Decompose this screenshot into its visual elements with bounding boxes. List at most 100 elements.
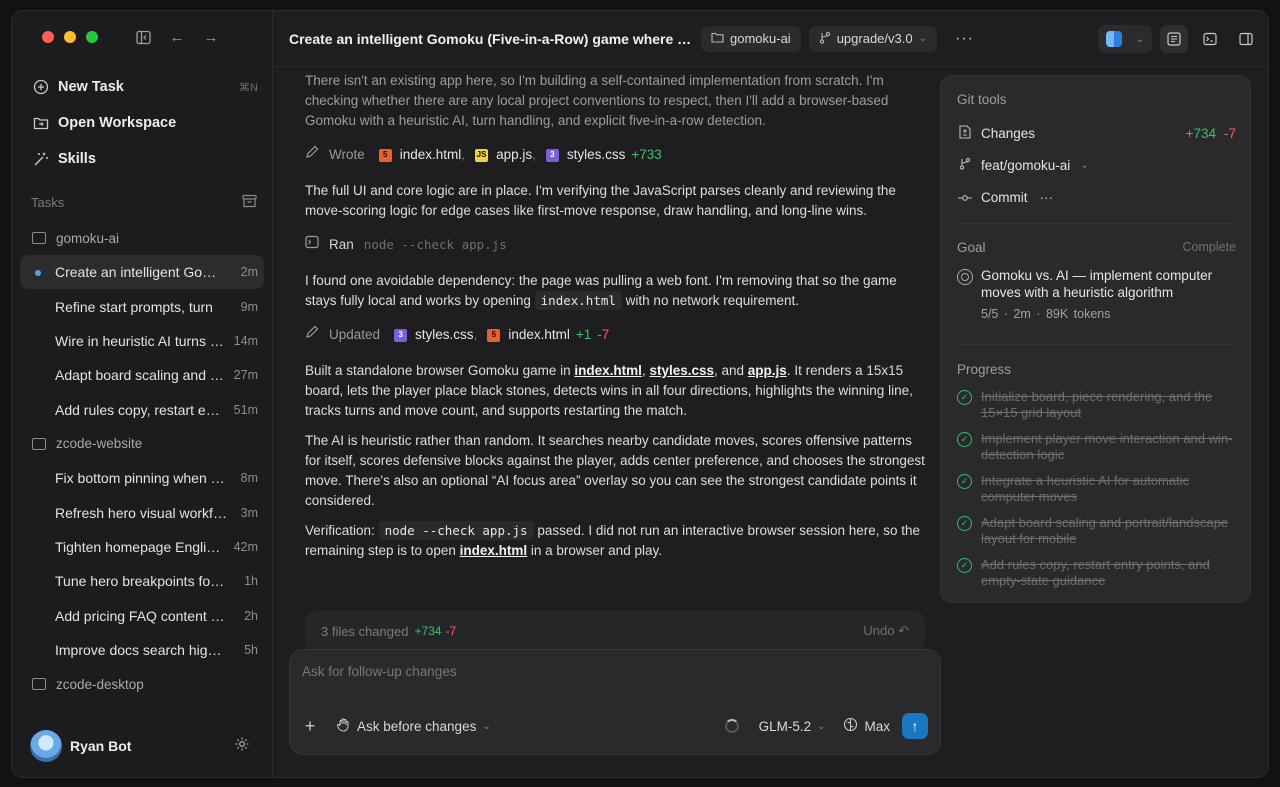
finder-icon [1105,31,1122,47]
task-item[interactable]: Wire in heuristic AI turns and 14m [20,324,264,358]
changes-label: Changes [981,125,1036,141]
file-chip[interactable]: 5 index.html [487,325,570,345]
progress-title: Progress [957,362,1012,377]
task-item[interactable]: Fix bottom pinning when scroll 8m [20,461,264,495]
file-chip[interactable]: 5 index.html, [378,145,465,165]
task-item[interactable]: Adapt board scaling and layout 27m [20,358,264,392]
progress-text: Initialize board, piece rendering, and t… [981,389,1213,420]
commit-row[interactable]: Commit ··· [957,181,1236,213]
js-file-icon: JS [475,148,489,162]
archive-icon[interactable] [242,194,257,211]
task-item[interactable]: Refine start prompts, turn 9m [20,289,264,323]
group-label: zcode-website [56,436,143,452]
git-tools-section: Git tools Changes +734 -7 feat/gomoku-ai… [957,92,1236,213]
changes-row[interactable]: Changes +734 -7 [957,117,1236,149]
file-chip[interactable]: 3 styles.css, [394,325,477,345]
hand-icon [336,717,351,735]
branch-selector[interactable]: upgrade/v3.0 ⌄ [808,25,937,52]
effort-label: Max [864,718,890,734]
tasks-header: Tasks [31,194,257,211]
task-time: 5h [244,643,258,658]
file-link[interactable]: index.html [574,363,642,378]
progress-item: ✓ Initialize board, piece rendering, and… [957,389,1236,421]
file-chip[interactable]: JS app.js, [475,145,536,165]
follow-up-input[interactable]: Ask for follow-up changes [302,664,457,679]
file-link[interactable]: styles.css [649,363,714,378]
file-link[interactable]: app.js [748,363,787,378]
file-chip[interactable]: 3 styles.css [545,145,626,165]
file-name: index.html [399,147,462,162]
changes-added: +734 [1185,125,1216,141]
permission-mode-select[interactable]: Ask before changes ⌄ [336,717,491,735]
file-link[interactable]: index.html [460,543,528,558]
more-options-icon[interactable]: ··· [955,30,974,48]
task-item[interactable]: Improve docs search highlighting 5h [20,633,264,667]
file-name: styles.css [566,147,626,162]
terminal-icon [305,235,321,255]
files-changed-bar[interactable]: 3 files changed +734 -7 Undo ↶ [305,611,925,651]
progress-item: ✓ Integrate a heuristic AI for automatic… [957,473,1236,505]
git-branch-icon [957,157,973,173]
forward-arrow-icon[interactable]: → [202,28,220,46]
terminal-icon[interactable] [1196,25,1224,53]
task-item[interactable]: Tighten homepage English copy 42m [20,530,264,564]
workspace-pill[interactable]: gomoku-ai [701,25,801,52]
chevron-down-icon: ⌄ [1135,33,1144,45]
toggle-sidebar-icon[interactable] [134,28,152,46]
group-zcode-desktop[interactable]: zcode-desktop [20,667,264,701]
chevron-down-icon: ⌄ [817,720,826,732]
zoom-window-button[interactable] [86,31,98,43]
composer[interactable]: Ask for follow-up changes + Ask before c… [289,649,941,755]
toggle-right-sidebar-icon[interactable] [1232,25,1260,53]
group-gomoku-ai[interactable]: gomoku-ai [20,221,264,255]
close-window-button[interactable] [42,31,54,43]
open-workspace-button[interactable]: Open Workspace [30,105,260,141]
add-attachment-button[interactable]: + [302,716,318,737]
task-item[interactable]: Add rules copy, restart entry 51m [20,393,264,427]
branch-label: feat/gomoku-ai [981,157,1071,173]
skills-label: Skills [58,151,96,167]
workspace-label: gomoku-ai [730,31,791,46]
lines-added: +733 [631,147,662,162]
new-task-button[interactable]: New Task ⌘N [30,69,260,105]
group-zcode-website[interactable]: zcode-website [20,427,264,461]
goal-title: Goal [957,240,986,255]
text-run: Built a standalone browser Gomoku game i… [305,363,571,378]
check-circle-icon: ✓ [957,516,972,531]
git-branch-icon [819,31,831,47]
toggle-panel-button[interactable] [1160,25,1188,53]
main-area: Create an intelligent Gomoku (Five-in-a-… [272,11,1268,777]
undo-button[interactable]: Undo ↶ [863,623,909,639]
branch-label: upgrade/v3.0 [836,31,913,46]
open-in-finder-button[interactable]: ⌄ [1097,25,1152,53]
send-button[interactable]: ↑ [902,713,928,739]
message-paragraph: Verification: node --check app.js passed… [305,521,930,561]
back-arrow-icon[interactable]: ← [168,28,186,46]
commit-more-icon[interactable]: ··· [1040,190,1054,205]
user-profile[interactable]: Ryan Bot [30,730,260,762]
tool-call-wrote[interactable]: Wrote 5 index.html, JS app.js, 3 styles.css… [305,141,930,169]
task-item[interactable]: Tune hero breakpoints for mobile 1h [20,564,264,598]
task-label: Create an intelligent Gomoku [55,264,227,281]
task-item[interactable]: Add pricing FAQ content and 2h [20,599,264,633]
divider [957,223,1236,224]
tool-call-ran[interactable]: Ran node --check app.js [305,231,930,259]
gear-icon[interactable] [234,736,250,757]
inline-code: node --check app.js [378,521,534,540]
tool-call-updated[interactable]: Updated 3 styles.css, 5 index.html +1 -7 [305,321,930,349]
effort-select[interactable]: Max [843,717,890,735]
pencil-icon [305,145,321,165]
branch-row[interactable]: feat/gomoku-ai ⌄ [957,149,1236,181]
pencil-icon [305,325,321,345]
top-bar: Create an intelligent Gomoku (Five-in-a-… [273,11,1268,67]
model-select[interactable]: GLM-5.2 ⌄ [759,719,826,734]
goal-meta: 5/5 · 2m · 89K tokens [981,307,1111,321]
new-task-shortcut: ⌘N [239,81,258,94]
task-item-active[interactable]: Create an intelligent Gomoku 2m [20,255,264,290]
minimize-window-button[interactable] [64,31,76,43]
task-label: Refine start prompts, turn [55,298,213,315]
sidebar-toolbar: ← → [134,28,220,46]
task-item[interactable]: Refresh hero visual workflow 3m [20,495,264,529]
text-run: in a browser and play. [530,543,662,558]
skills-button[interactable]: Skills [30,141,260,177]
